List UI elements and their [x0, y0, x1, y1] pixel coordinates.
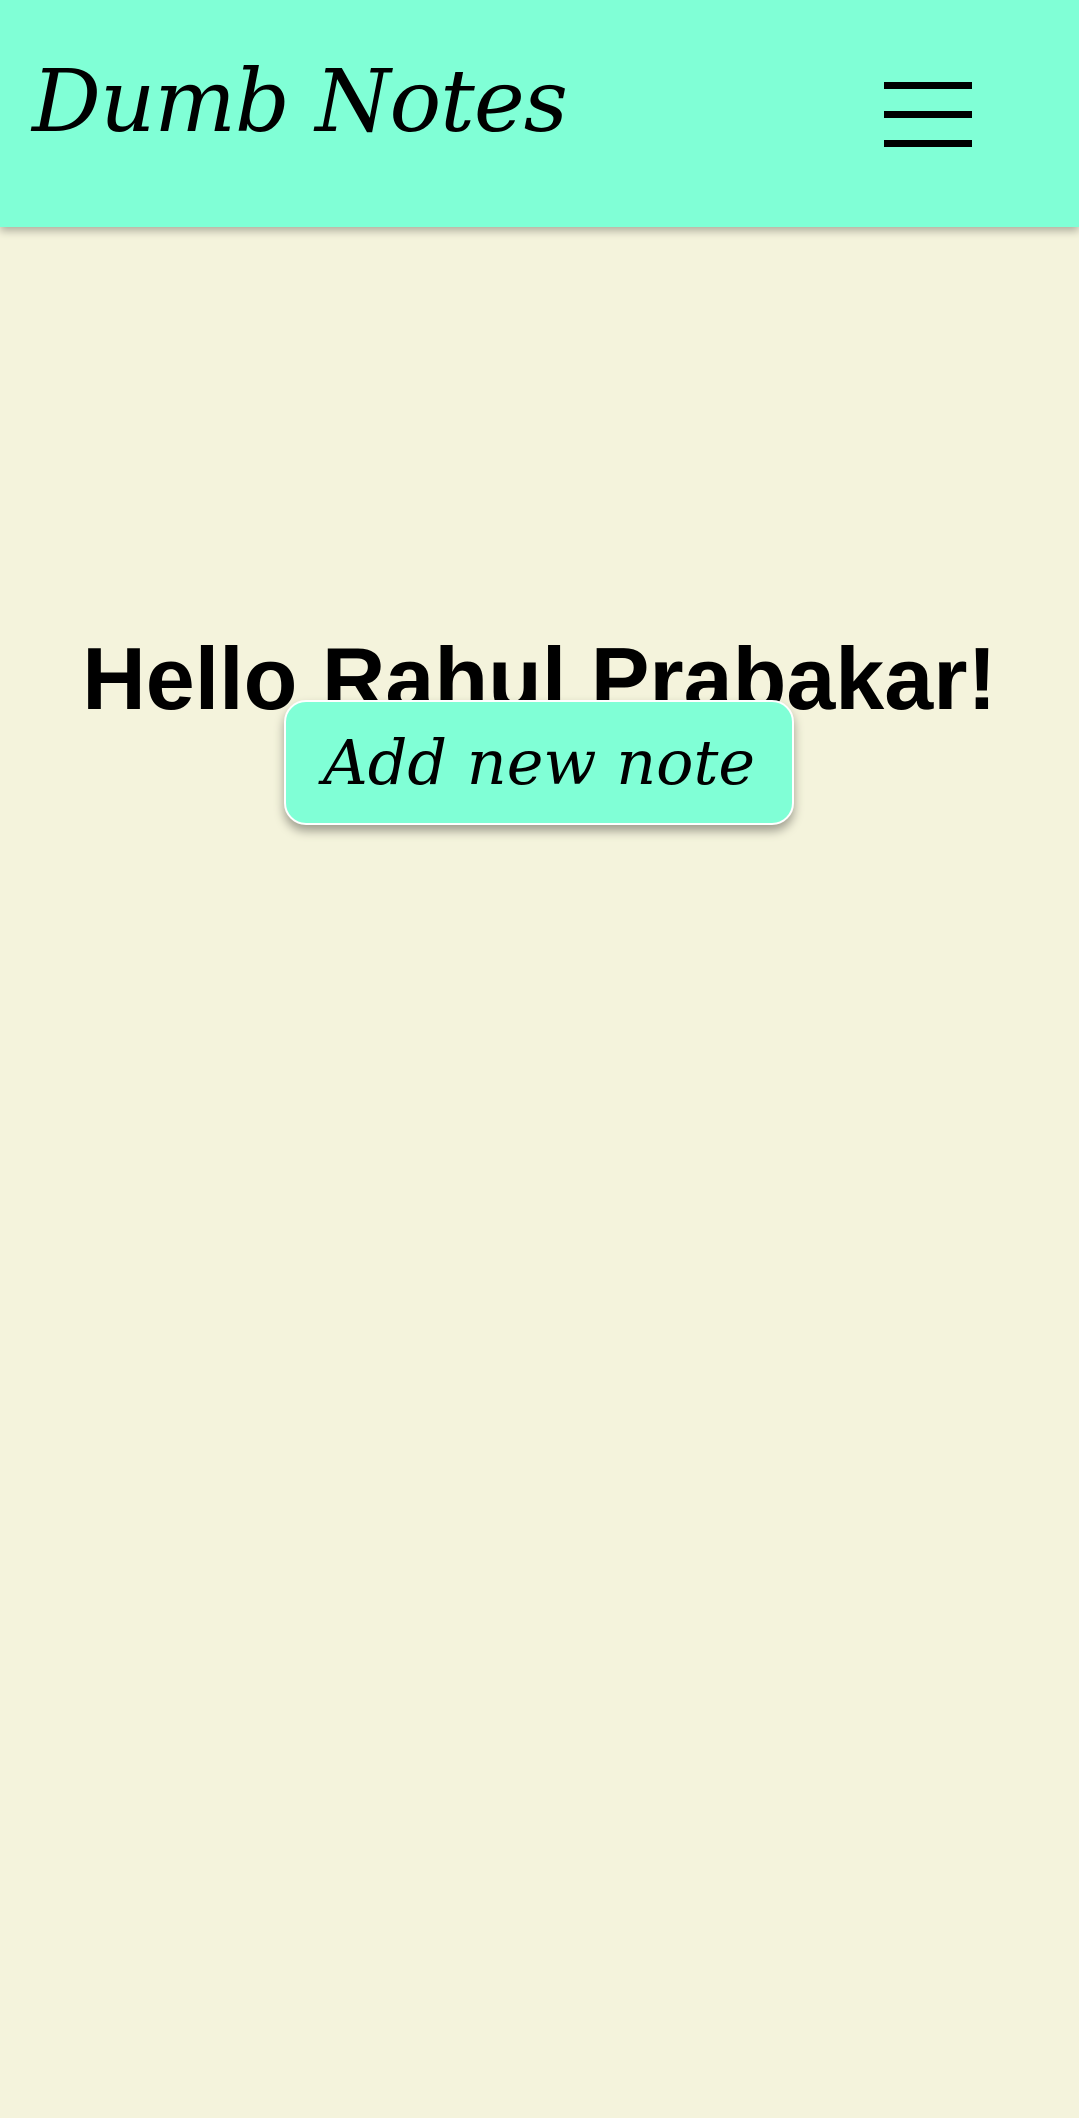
hamburger-menu-icon-bottom-bar: [884, 140, 972, 147]
app-title: Dumb Notes: [32, 52, 568, 152]
menu-button[interactable]: [872, 72, 984, 156]
app-header: Dumb Notes: [0, 0, 1079, 227]
add-new-note-button[interactable]: Add new note: [284, 700, 794, 825]
hamburger-menu-icon-middle-bar: [884, 111, 972, 118]
hamburger-menu-icon: [884, 82, 972, 89]
